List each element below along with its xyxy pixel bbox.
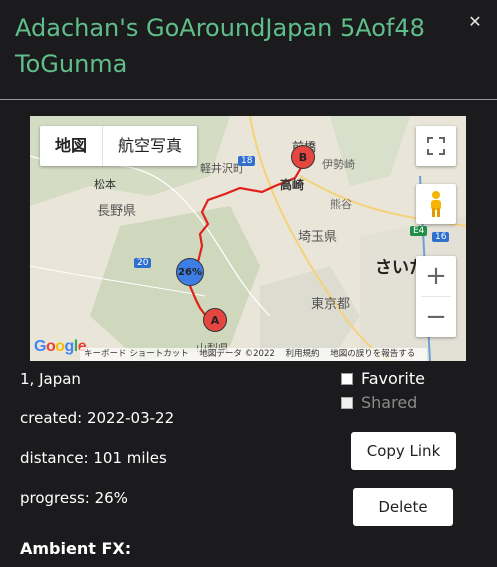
label-kumagaya: 熊谷 <box>330 198 352 211</box>
label-nagano: 長野県 <box>97 204 137 219</box>
distance-text: distance: 101 miles <box>20 449 167 467</box>
zoom-in-button[interactable]: + <box>416 256 456 296</box>
label-takasaki: 高崎 <box>280 178 305 192</box>
close-icon[interactable]: ✕ <box>467 14 483 30</box>
shared-checkbox[interactable] <box>341 396 353 409</box>
map-type-control: 地図 航空写真 <box>40 126 198 166</box>
map-attribution: キーボード ショートカット 地図データ ©2022 利用規約 地図の誤りを報告す… <box>80 348 428 361</box>
shared-label: Shared <box>361 393 418 412</box>
street-view-button[interactable] <box>416 184 456 224</box>
shared-option[interactable]: Shared <box>341 393 417 412</box>
delete-button[interactable]: Delete <box>353 488 453 526</box>
terms-link[interactable]: 利用規約 <box>285 349 319 359</box>
copy-link-button[interactable]: Copy Link <box>351 432 456 470</box>
route-shield-20: 20 <box>134 258 152 268</box>
label-isesaki: 伊勢崎 <box>322 158 355 171</box>
label-tokyo: 東京都 <box>311 297 351 312</box>
page-title: Adachan's GoAroundJapan 5Aof48 ToGunma <box>15 14 425 78</box>
location-text: 1, Japan <box>20 370 81 388</box>
tab-map[interactable]: 地図 <box>40 126 104 166</box>
ambient-fx-heading: Ambient FX: <box>20 539 132 558</box>
progress-text: progress: 26% <box>20 489 128 507</box>
favorite-option[interactable]: Favorite <box>341 369 425 388</box>
marker-start[interactable]: A <box>203 308 227 332</box>
google-logo: Google <box>34 338 87 355</box>
divider <box>0 99 497 100</box>
fullscreen-button[interactable] <box>416 126 456 166</box>
pegman-icon <box>431 191 441 217</box>
route-shield-18: 18 <box>238 156 256 166</box>
route-shield-e4: E4 <box>410 226 428 236</box>
label-saitama-pref: 埼玉県 <box>298 230 338 245</box>
map-data-text: 地図データ ©2022 <box>199 349 275 359</box>
tab-satellite[interactable]: 航空写真 <box>103 126 197 166</box>
favorite-label: Favorite <box>361 369 425 388</box>
fullscreen-icon <box>427 137 445 155</box>
route-map[interactable]: 前橋 高崎 伊勢崎 軽井沢町 松本 長野県 埼玉県 熊谷 さいた 東京都 山梨県… <box>30 116 466 361</box>
created-text: created: 2022-03-22 <box>20 409 175 427</box>
route-shield-16: 16 <box>432 232 450 242</box>
zoom-out-button[interactable]: − <box>416 297 456 337</box>
marker-progress[interactable]: 26% <box>176 258 204 286</box>
keyboard-shortcuts-link[interactable]: キーボード ショートカット <box>84 349 189 359</box>
marker-end[interactable]: B <box>291 145 315 169</box>
label-matsumoto: 松本 <box>94 178 116 191</box>
favorite-checkbox[interactable] <box>341 372 353 385</box>
zoom-control: + − <box>416 256 456 337</box>
report-error-link[interactable]: 地図の誤りを報告する <box>330 349 415 359</box>
